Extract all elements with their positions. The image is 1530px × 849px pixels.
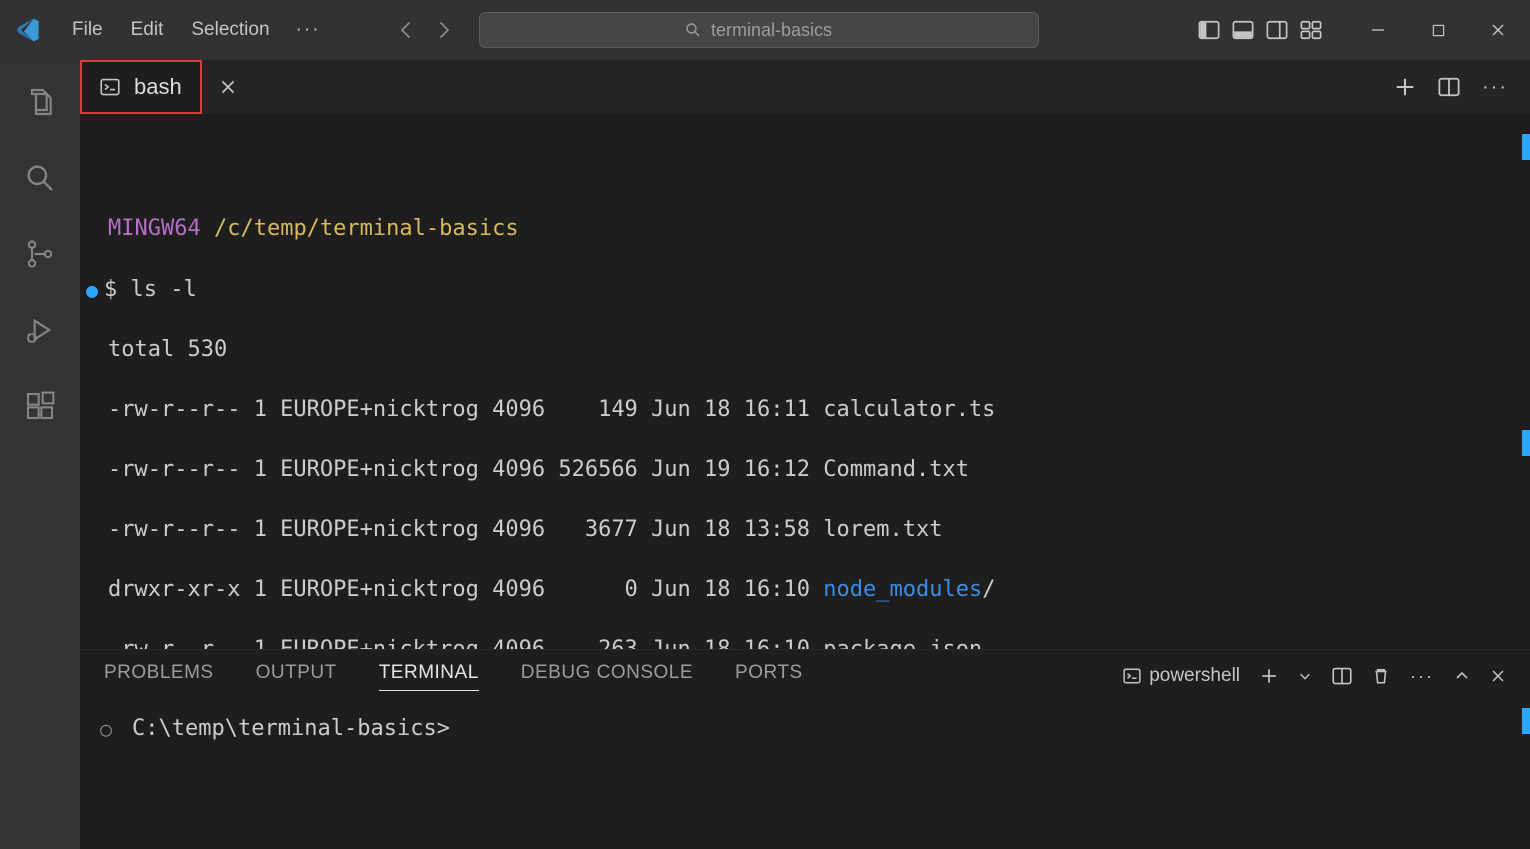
maximize-panel-icon[interactable] bbox=[1454, 668, 1470, 684]
terminal-line: -rw-r--r-- 1 EUROPE+nicktrog 4096 149 Ju… bbox=[108, 395, 1502, 425]
toggle-secondary-sidebar-icon[interactable] bbox=[1266, 19, 1288, 41]
kill-terminal-icon[interactable] bbox=[1372, 666, 1390, 686]
terminal-line: -rw-r--r-- 1 EUROPE+nicktrog 4096 526566… bbox=[108, 455, 1502, 485]
menu-edit[interactable]: Edit bbox=[119, 13, 176, 47]
window-maximize-icon[interactable] bbox=[1414, 10, 1462, 50]
panel-tab-terminal[interactable]: TERMINAL bbox=[379, 662, 479, 691]
command-center-text: terminal-basics bbox=[711, 20, 832, 41]
terminal-editor[interactable]: MINGW64 /c/temp/terminal-basics ●$ ls -l… bbox=[80, 114, 1530, 649]
new-terminal-icon[interactable] bbox=[1260, 667, 1278, 685]
overview-ruler bbox=[1522, 708, 1530, 734]
toggle-primary-sidebar-icon[interactable] bbox=[1198, 19, 1220, 41]
terminal-profile-icon[interactable]: powershell bbox=[1123, 665, 1240, 687]
nav-back-icon[interactable] bbox=[391, 14, 423, 46]
run-debug-icon[interactable] bbox=[22, 312, 58, 348]
panel-tab-problems[interactable]: PROBLEMS bbox=[104, 662, 214, 690]
new-file-icon[interactable] bbox=[1394, 76, 1416, 98]
split-editor-icon[interactable] bbox=[1438, 76, 1460, 98]
menu-more-icon[interactable]: ··· bbox=[286, 13, 331, 47]
terminal-line: -rw-r--r-- 1 EUROPE+nicktrog 4096 3677 J… bbox=[108, 515, 1502, 545]
panel-tab-bar: PROBLEMS OUTPUT TERMINAL DEBUG CONSOLE P… bbox=[80, 650, 1530, 702]
customize-layout-icon[interactable] bbox=[1300, 19, 1322, 41]
panel-tab-ports[interactable]: PORTS bbox=[735, 662, 803, 690]
window-minimize-icon[interactable] bbox=[1354, 10, 1402, 50]
editor-tab-bash[interactable]: bash bbox=[80, 60, 202, 114]
menu-selection[interactable]: Selection bbox=[179, 13, 281, 47]
terminal-line: -rw-r--r-- 1 EUROPE+nicktrog 4096 263 Ju… bbox=[108, 635, 1502, 649]
bottom-panel: PROBLEMS OUTPUT TERMINAL DEBUG CONSOLE P… bbox=[80, 649, 1530, 849]
editor-tabs: bash ··· bbox=[80, 60, 1530, 114]
command-success-dot-icon: ● bbox=[86, 278, 98, 302]
terminal-dropdown-icon[interactable] bbox=[1298, 669, 1312, 683]
editor-tab-close-icon[interactable] bbox=[212, 78, 244, 96]
split-terminal-icon[interactable] bbox=[1332, 666, 1352, 686]
panel-terminal-prompt: C:\temp\terminal-basics> bbox=[132, 716, 450, 741]
command-pending-dot-icon: ○ bbox=[100, 717, 112, 741]
menu-file[interactable]: File bbox=[60, 13, 115, 47]
extensions-icon[interactable] bbox=[22, 388, 58, 424]
directory-link[interactable]: node_modules bbox=[823, 577, 982, 602]
nav-forward-icon[interactable] bbox=[427, 14, 459, 46]
terminal-line: total 530 bbox=[108, 335, 1502, 365]
panel-tab-debug-console[interactable]: DEBUG CONSOLE bbox=[521, 662, 693, 690]
overview-ruler bbox=[1516, 114, 1530, 649]
terminal-line: drwxr-xr-x 1 EUROPE+nicktrog 4096 0 Jun … bbox=[108, 575, 1502, 605]
title-bar: File Edit Selection ··· terminal-basics bbox=[0, 0, 1530, 60]
terminal-command: $ ls -l bbox=[104, 277, 197, 302]
prompt-host: MINGW64 bbox=[108, 216, 201, 241]
panel-terminal[interactable]: ○ C:\temp\terminal-basics> bbox=[80, 702, 1530, 849]
editor-tab-label: bash bbox=[134, 74, 182, 100]
vscode-logo-icon bbox=[8, 17, 48, 43]
menu-bar: File Edit Selection ··· bbox=[60, 13, 331, 47]
explorer-icon[interactable] bbox=[22, 84, 58, 120]
toggle-panel-icon[interactable] bbox=[1232, 19, 1254, 41]
terminal-icon bbox=[100, 77, 120, 97]
panel-more-icon[interactable]: ··· bbox=[1410, 666, 1434, 687]
command-center[interactable]: terminal-basics bbox=[479, 12, 1039, 48]
source-control-icon[interactable] bbox=[22, 236, 58, 272]
terminal-profile-label: powershell bbox=[1149, 665, 1240, 687]
window-close-icon[interactable] bbox=[1474, 10, 1522, 50]
prompt-path: /c/temp/terminal-basics bbox=[214, 216, 519, 241]
close-panel-icon[interactable] bbox=[1490, 668, 1506, 684]
search-icon[interactable] bbox=[22, 160, 58, 196]
panel-tab-output[interactable]: OUTPUT bbox=[256, 662, 337, 690]
more-actions-icon[interactable]: ··· bbox=[1482, 76, 1508, 99]
search-icon bbox=[685, 22, 701, 38]
nav-arrows bbox=[391, 14, 459, 46]
activity-bar bbox=[0, 60, 80, 849]
